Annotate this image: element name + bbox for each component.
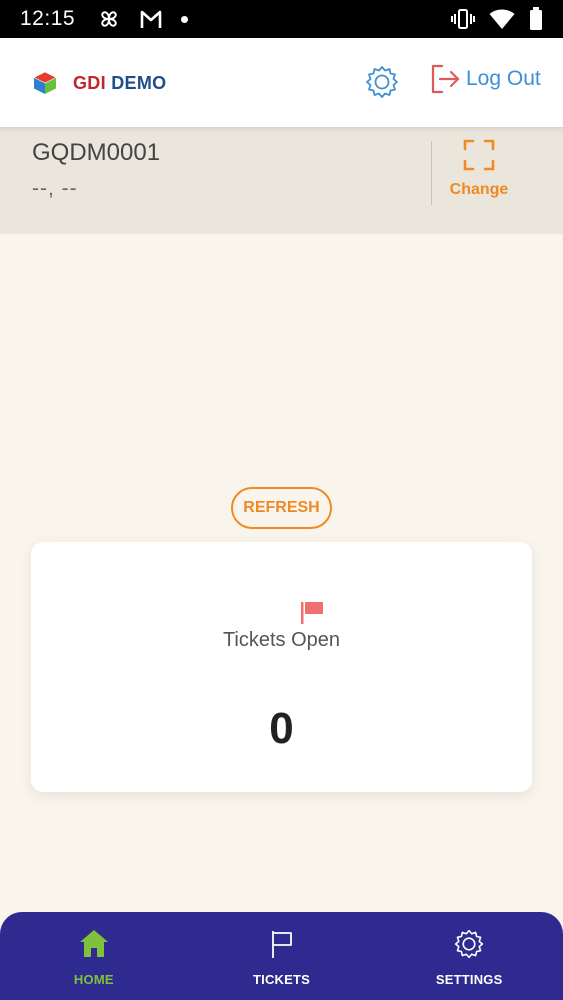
change-label: Change [449,181,509,198]
device-info-band: GQDM0001 --, -- Change [0,127,563,234]
change-device-button[interactable]: Change [440,139,518,219]
gmail-icon [140,10,162,28]
flag-icon [271,931,292,958]
logo-cube-icon [33,71,57,94]
app-header: GDI DEMO Log Out [0,38,563,127]
device-location: --, -- [32,177,78,200]
logo-text-gdi: GDI [73,72,106,93]
logo-text: GDI DEMO [73,73,166,94]
status-icons-right [451,7,543,31]
nav-label-home: HOME [73,972,114,987]
status-bar: 12:15 [0,0,563,38]
card-title: Tickets Open [222,629,341,651]
logout-icon [431,64,460,94]
band-divider [431,141,432,205]
refresh-button[interactable]: REFRESH [231,487,332,529]
nav-label-tickets: TICKETS [253,972,311,987]
pinwheel-icon [101,11,117,27]
battery-icon [530,7,542,30]
nav-label-settings: SETTINGS [435,972,503,987]
nav-item-tickets[interactable]: TICKETS [188,912,376,1000]
logo-text-demo: DEMO [111,72,167,93]
nav-item-settings[interactable]: SETTINGS [375,912,563,1000]
gear-icon [455,929,484,959]
scan-frame-icon [463,139,495,171]
logout-label: Log Out [466,67,541,90]
bottom-nav: HOME TICKETS SETTINGS [0,912,563,1000]
gear-icon[interactable] [364,64,400,100]
tickets-open-card[interactable]: Tickets Open 0 [31,542,532,792]
app-logo: GDI DEMO [33,71,166,95]
home-icon [79,930,108,957]
notification-dot-icon [181,15,189,23]
status-time: 12:15 [20,7,76,30]
wifi-icon [489,9,515,29]
status-icons-left [97,7,189,31]
device-id: GQDM0001 [32,139,161,166]
nav-item-home[interactable]: HOME [0,912,188,1000]
logout-button[interactable]: Log Out [428,62,541,96]
flag-icon [301,602,323,624]
tickets-open-count: 0 [269,704,294,753]
vibrate-icon [451,9,475,29]
